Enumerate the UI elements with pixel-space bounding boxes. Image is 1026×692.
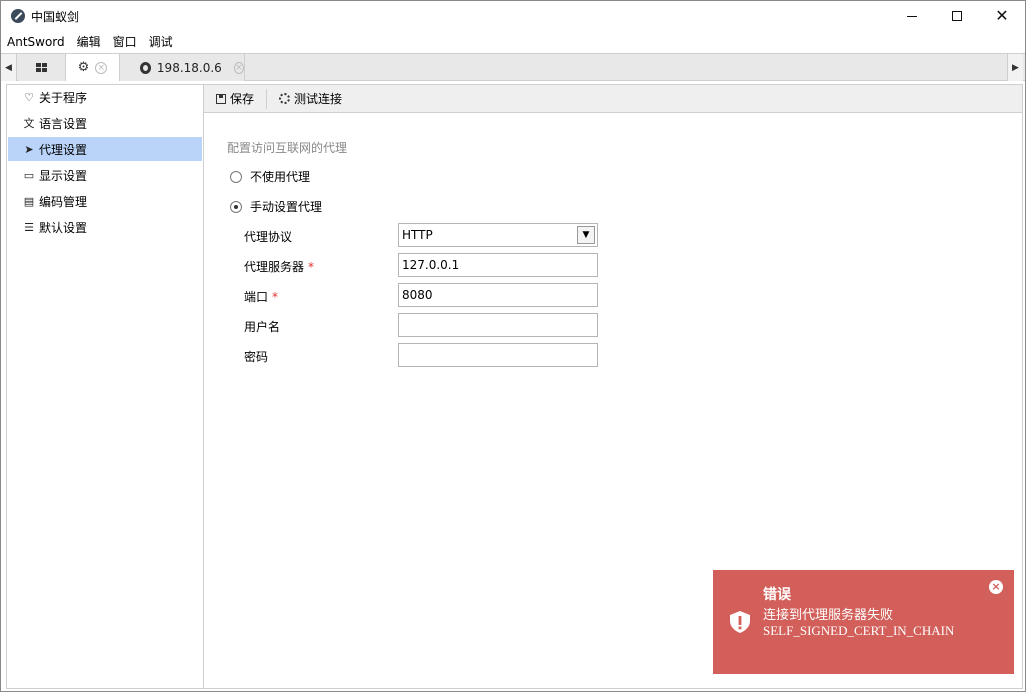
heart-icon: ♡ <box>24 90 34 104</box>
manual-proxy-radio[interactable] <box>230 200 242 213</box>
tab-remote-host[interactable]: 198.18.0.6 × <box>120 54 245 81</box>
tab-scroll-right-button[interactable]: ▶ <box>1007 54 1023 81</box>
notification-error-code: SELF_SIGNED_CERT_IN_CHAIN <box>763 623 955 638</box>
monitor-icon: ▭ <box>23 168 35 182</box>
tab-remote-host-label: 198.18.0.6 <box>156 60 222 75</box>
tab-scroll-left-button[interactable]: ◀ <box>1 54 17 81</box>
no-proxy-radio[interactable] <box>230 170 242 183</box>
tab-close-icon[interactable]: × <box>95 61 108 74</box>
password-input[interactable] <box>398 343 598 367</box>
username-label: 用户名 <box>244 320 281 334</box>
close-notification-icon[interactable]: × <box>989 580 1003 594</box>
close-window-button[interactable]: ✕ <box>979 1 1025 31</box>
protocol-select-value: HTTP <box>402 228 433 242</box>
protocol-select[interactable]: HTTP ▼ <box>398 223 598 247</box>
section-title: 配置访问互联网的代理 <box>227 141 348 155</box>
spinner-icon <box>279 93 291 104</box>
tab-close-icon[interactable]: × <box>233 61 244 74</box>
proxy-port-input[interactable] <box>398 283 598 307</box>
username-input[interactable] <box>398 313 598 337</box>
menu-edit[interactable]: 编辑 <box>71 31 107 53</box>
language-icon: 文 <box>23 117 35 130</box>
no-proxy-option[interactable]: 不使用代理 <box>230 168 310 185</box>
server-label-text: 代理服务器 <box>244 260 305 274</box>
sidebar-item-encoding[interactable]: ▤ 编码管理 <box>8 189 202 213</box>
minimize-button[interactable] <box>889 1 935 31</box>
save-icon <box>216 93 226 104</box>
app-window: 中国蚁剑 ✕ AntSword 编辑 窗口 调试 ◀ ⚙ × 198.18.0.… <box>0 0 1026 692</box>
test-connection-button[interactable]: 测试连接 <box>267 89 354 109</box>
server-label: 代理服务器 * <box>244 258 314 275</box>
no-proxy-label: 不使用代理 <box>250 170 311 184</box>
error-notification: 错误 连接到代理服务器失败 SELF_SIGNED_CERT_IN_CHAIN … <box>713 570 1014 674</box>
tab-shell-list[interactable] <box>18 54 66 81</box>
sidebar-item-label: 代理设置 <box>39 142 88 157</box>
port-label: 端口 * <box>244 288 278 305</box>
chrome-icon <box>140 61 151 74</box>
protocol-label: 代理协议 <box>244 230 293 244</box>
password-label: 密码 <box>244 350 269 364</box>
chevron-down-icon[interactable]: ▼ <box>577 226 595 244</box>
close-icon: ✕ <box>995 6 1009 25</box>
menu-debug[interactable]: 调试 <box>143 31 179 53</box>
chevron-right-icon: ▶ <box>1012 62 1019 73</box>
settings-sidebar: ♡ 关于程序 文 语言设置 ➤ 代理设置 ▭ 显示设置 ▤ 编码管理 ☰ 默认设… <box>6 84 204 689</box>
sidebar-item-label: 关于程序 <box>39 90 88 105</box>
menu-antsword[interactable]: AntSword <box>1 31 71 53</box>
sidebar-item-label: 显示设置 <box>39 168 88 183</box>
sidebar-item-label: 默认设置 <box>39 220 88 235</box>
test-connection-label: 测试连接 <box>294 92 343 106</box>
sidebar-item-label: 语言设置 <box>39 116 88 131</box>
menu-bar: AntSword 编辑 窗口 调试 <box>1 31 1025 53</box>
gear-icon: ⚙ <box>77 60 90 75</box>
chevron-left-icon: ◀ <box>5 62 12 73</box>
sidebar-item-display[interactable]: ▭ 显示设置 <box>8 163 202 187</box>
window-title: 中国蚁剑 <box>31 10 80 24</box>
sidebar-item-label: 编码管理 <box>39 194 88 209</box>
sidebar-item-proxy[interactable]: ➤ 代理设置 <box>8 137 202 161</box>
sliders-icon: ☰ <box>24 220 34 234</box>
title-bar: 中国蚁剑 ✕ <box>1 1 1025 31</box>
sidebar-item-language[interactable]: 文 语言设置 <box>8 111 202 135</box>
sidebar-item-defaults[interactable]: ☰ 默认设置 <box>8 215 202 239</box>
grid-icon <box>36 63 47 72</box>
panel-toolbar: 保存 测试连接 <box>204 85 1022 113</box>
manual-proxy-option[interactable]: 手动设置代理 <box>230 198 322 215</box>
shield-alert-icon <box>730 611 750 633</box>
menu-window[interactable]: 窗口 <box>107 31 143 53</box>
save-button[interactable]: 保存 <box>204 88 268 109</box>
maximize-icon <box>952 11 962 21</box>
save-button-label: 保存 <box>230 92 255 106</box>
notification-message: 连接到代理服务器失败 <box>763 608 894 623</box>
required-mark: * <box>308 260 315 274</box>
sidebar-item-about[interactable]: ♡ 关于程序 <box>8 85 202 109</box>
port-label-text: 端口 <box>244 290 269 304</box>
tab-settings[interactable]: ⚙ × <box>66 54 120 81</box>
tab-bar: ◀ ⚙ × 198.18.0.6 × ▶ <box>1 53 1025 81</box>
file-code-icon: ▤ <box>23 194 35 208</box>
minimize-icon <box>907 15 917 17</box>
maximize-button[interactable] <box>934 1 980 31</box>
proxy-server-input[interactable] <box>398 253 598 277</box>
antsword-logo-icon <box>11 9 25 23</box>
paper-plane-icon: ➤ <box>24 142 34 156</box>
notification-title: 错误 <box>763 587 791 603</box>
required-mark: * <box>272 290 279 304</box>
manual-proxy-label: 手动设置代理 <box>250 200 323 214</box>
